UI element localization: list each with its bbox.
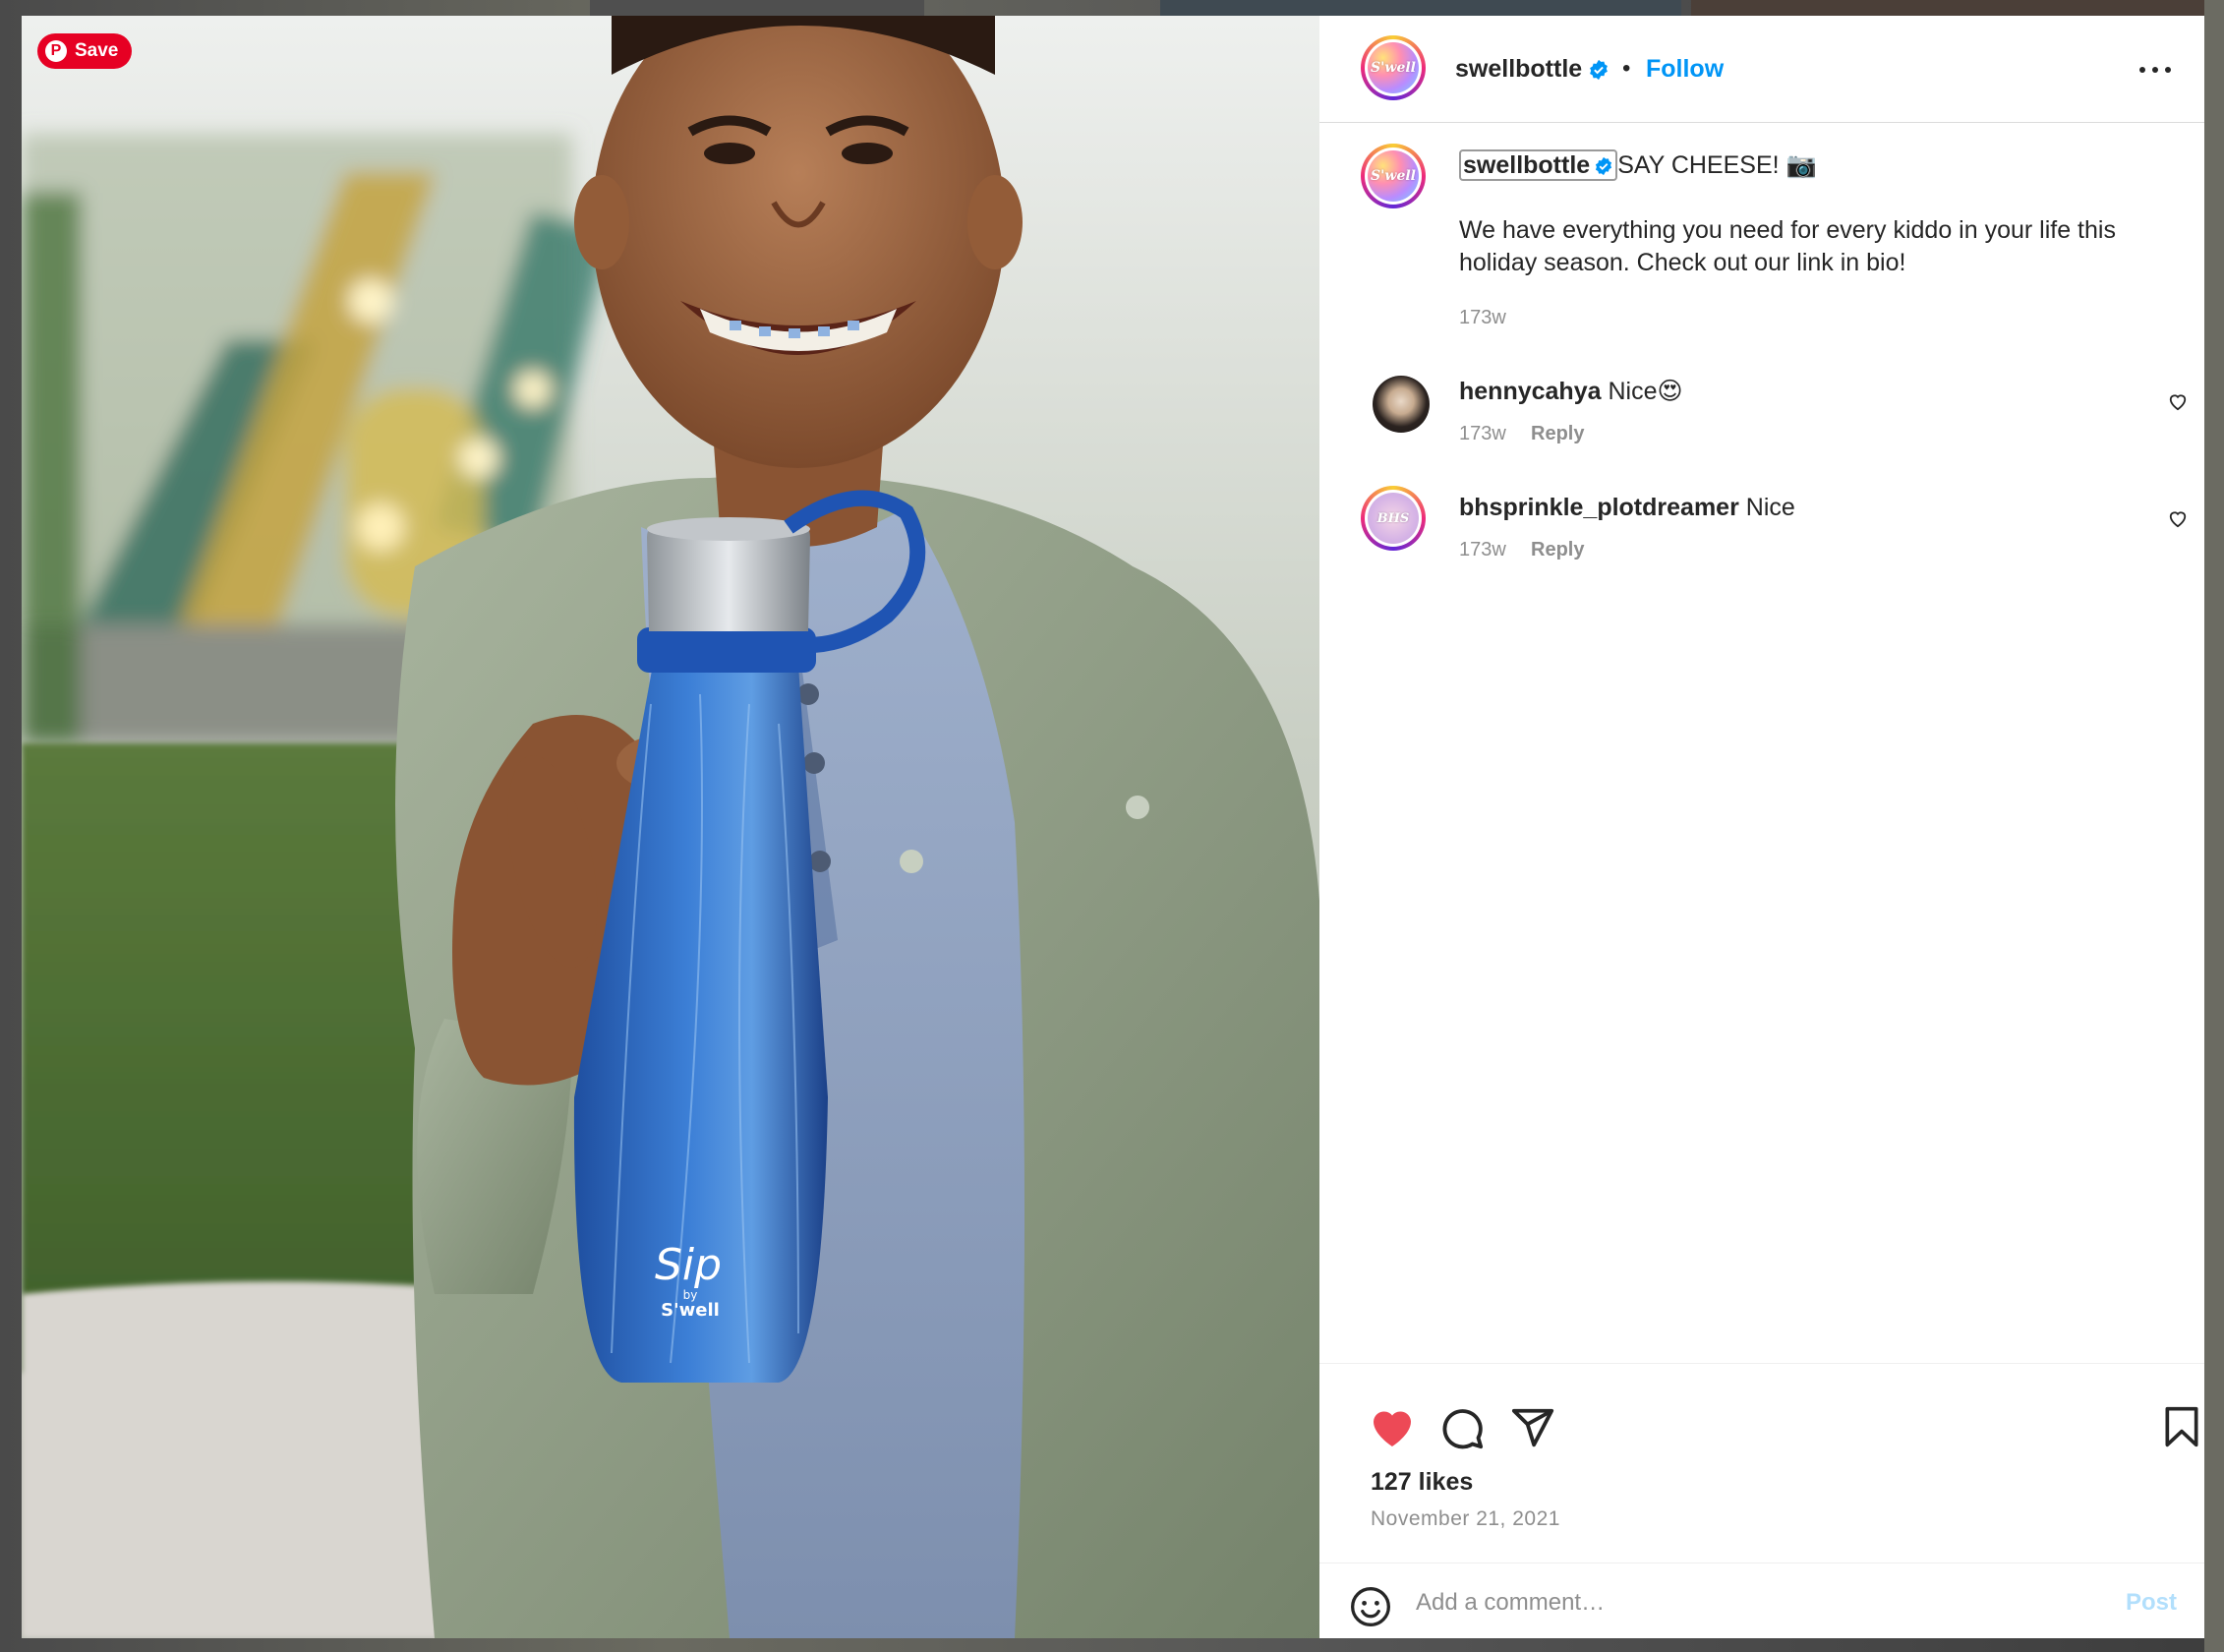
caption-age: 173w	[1459, 307, 1506, 328]
post-modal: Sip by S'well P Save S'well swellbottle …	[22, 16, 2204, 1638]
author-avatar[interactable]: S'well	[1361, 35, 1426, 100]
comment-hennycahya: hennycahya Nice😍	[1459, 376, 1683, 408]
more-options-icon[interactable]	[2139, 65, 2171, 77]
caption-body: We have everything you need for every ki…	[1459, 216, 2116, 276]
post-actions: 127 likes November 21, 2021 Post	[1319, 1363, 2204, 1638]
comment-avatar-bhsprinkle[interactable]: BHS	[1361, 486, 1426, 551]
likes-count[interactable]: 127 likes	[1371, 1468, 1473, 1497]
svg-text:S'well: S'well	[661, 1300, 720, 1321]
caption-author-avatar[interactable]: S'well	[1361, 144, 1426, 208]
caption-author-username[interactable]: swellbottle	[1459, 149, 1618, 181]
verified-badge-icon	[1590, 60, 1609, 81]
post-date[interactable]: November 21, 2021	[1371, 1507, 1560, 1531]
comment-text: Nice	[1745, 494, 1795, 521]
comment-age: 173w	[1459, 423, 1506, 444]
post-photo[interactable]: Sip by S'well P Save	[22, 16, 1319, 1638]
comment-age: 173w	[1459, 539, 1506, 560]
follow-button[interactable]: Follow	[1646, 55, 1724, 84]
separator-dot: •	[1622, 55, 1631, 82]
comment-avatar-hennycahya[interactable]	[1373, 376, 1430, 433]
reply-button[interactable]: Reply	[1531, 423, 1584, 445]
comment-input[interactable]	[1414, 1583, 2067, 1622]
like-heart-filled-icon[interactable]	[1369, 1405, 1416, 1448]
comment-bar: Post	[1319, 1563, 2204, 1638]
pinterest-icon: P	[45, 40, 67, 62]
comment-username[interactable]: bhsprinkle_plotdreamer	[1459, 494, 1739, 521]
caption-headline: swellbottle SAY CHEESE! 📷	[1459, 149, 1817, 182]
reply-button[interactable]: Reply	[1531, 539, 1584, 561]
comment-like-icon[interactable]	[2167, 508, 2189, 528]
bookmark-icon[interactable]	[2163, 1405, 2200, 1448]
bottle-brand-text: Sip	[655, 1240, 722, 1290]
emoji-icon[interactable]	[1349, 1585, 1392, 1628]
comment-username[interactable]: hennycahya	[1459, 378, 1602, 405]
share-icon[interactable]	[1510, 1405, 1555, 1450]
pinterest-save-button[interactable]: P Save	[37, 33, 133, 69]
post-side-panel: S'well swellbottle • Follow S'well swell…	[1319, 16, 2204, 1638]
caption-headline-text: SAY CHEESE! 📷	[1617, 151, 1817, 179]
author-username[interactable]: swellbottle	[1455, 55, 1609, 84]
comment-like-icon[interactable]	[2167, 391, 2189, 411]
comment-text: Nice😍	[1608, 378, 1683, 405]
verified-badge-icon	[1596, 157, 1612, 176]
comment-icon[interactable]	[1439, 1405, 1485, 1450]
pinterest-save-label: Save	[75, 40, 119, 61]
post-comment-button[interactable]: Post	[2126, 1589, 2177, 1617]
post-header: S'well swellbottle • Follow	[1319, 16, 2204, 123]
comment-bhsprinkle: bhsprinkle_plotdreamer Nice	[1459, 492, 1795, 524]
